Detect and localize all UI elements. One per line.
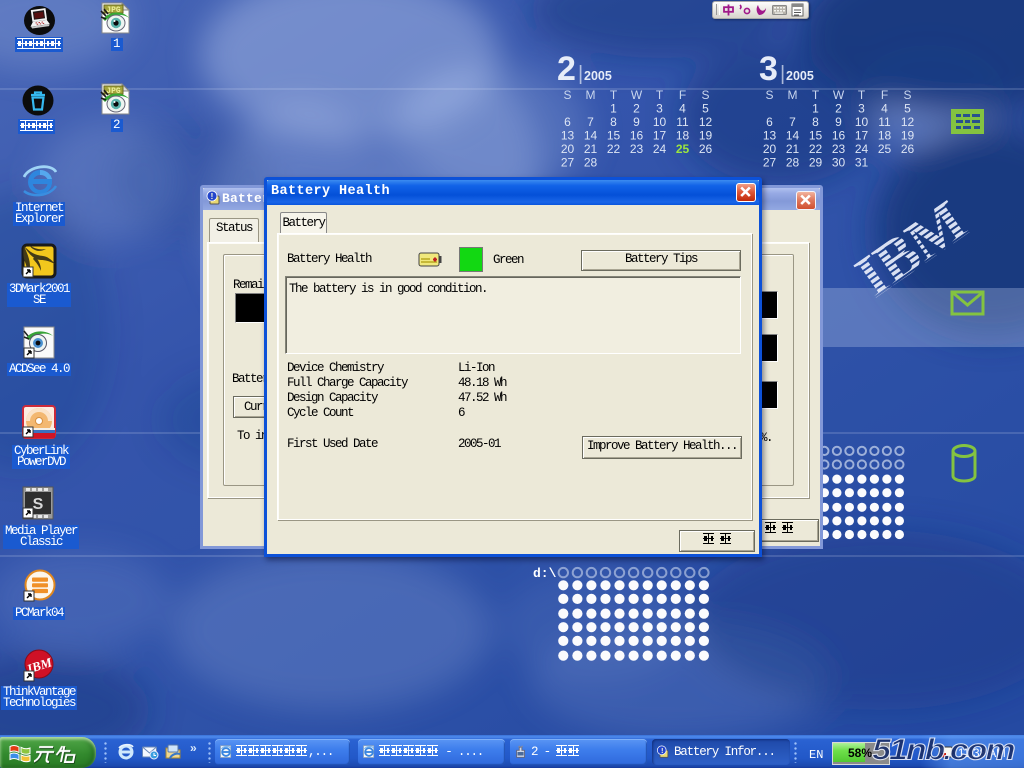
svg-text:F: F — [679, 88, 686, 102]
svg-text:14: 14 — [786, 129, 800, 143]
svg-text:28: 28 — [786, 156, 800, 170]
svg-text:12: 12 — [699, 115, 713, 129]
svg-text:24: 24 — [653, 142, 667, 156]
svg-text:19: 19 — [901, 129, 915, 143]
svg-text:17: 17 — [855, 129, 869, 143]
svg-text:3: 3 — [858, 102, 865, 116]
svg-text:M: M — [788, 88, 798, 102]
svg-text:18: 18 — [878, 129, 892, 143]
svg-text:7: 7 — [789, 115, 796, 129]
svg-text:F: F — [881, 88, 888, 102]
svg-text:!: ! — [211, 192, 214, 201]
svg-text:2: 2 — [835, 102, 842, 116]
svg-text:20: 20 — [763, 142, 777, 156]
svg-text:9: 9 — [835, 115, 842, 129]
svg-text:31: 31 — [855, 156, 869, 170]
svg-text:13: 13 — [561, 129, 575, 143]
svg-text:18: 18 — [676, 129, 690, 143]
svg-text:S: S — [903, 88, 911, 102]
svg-text:S: S — [765, 88, 773, 102]
svg-text:2: 2 — [557, 50, 576, 88]
svg-text:5: 5 — [702, 102, 709, 116]
svg-text:23: 23 — [630, 142, 644, 156]
svg-text:7: 7 — [587, 115, 594, 129]
svg-text:|: | — [780, 63, 785, 85]
svg-text:14: 14 — [584, 129, 598, 143]
svg-text:1: 1 — [812, 102, 819, 116]
svg-text:!: ! — [660, 747, 663, 755]
svg-text:25: 25 — [676, 142, 690, 156]
svg-text:16: 16 — [630, 129, 644, 143]
svg-text:2005: 2005 — [786, 69, 814, 83]
svg-text:9: 9 — [633, 115, 640, 129]
svg-text:15: 15 — [809, 129, 823, 143]
svg-text:11: 11 — [676, 115, 689, 129]
svg-text:3: 3 — [759, 50, 778, 88]
svg-text:6: 6 — [766, 115, 773, 129]
svg-text:15: 15 — [607, 129, 621, 143]
svg-text:W: W — [833, 88, 845, 102]
svg-text:16: 16 — [832, 129, 846, 143]
svg-text:8: 8 — [812, 115, 819, 129]
svg-text:21: 21 — [786, 142, 800, 156]
svg-text:T: T — [656, 88, 664, 102]
svg-text:26: 26 — [699, 142, 713, 156]
svg-text:11: 11 — [878, 115, 891, 129]
svg-text:S: S — [33, 496, 44, 513]
svg-text:4: 4 — [679, 102, 686, 116]
svg-text:17: 17 — [653, 129, 667, 143]
svg-text:2: 2 — [633, 102, 640, 116]
svg-text:13: 13 — [763, 129, 777, 143]
svg-text:12: 12 — [901, 115, 915, 129]
svg-text:W: W — [631, 88, 643, 102]
svg-text:22: 22 — [809, 142, 823, 156]
svg-text:T: T — [858, 88, 866, 102]
svg-text:20: 20 — [561, 142, 575, 156]
svg-text:10: 10 — [855, 115, 869, 129]
svg-text:d:\: d:\ — [533, 566, 557, 581]
svg-text:8: 8 — [610, 115, 617, 129]
svg-text:29: 29 — [809, 156, 823, 170]
svg-text:5: 5 — [904, 102, 911, 116]
svg-text:S: S — [563, 88, 571, 102]
svg-text:S: S — [701, 88, 709, 102]
svg-text:28: 28 — [584, 156, 598, 170]
svg-text:27: 27 — [763, 156, 777, 170]
svg-text:3: 3 — [656, 102, 663, 116]
svg-text:24: 24 — [855, 142, 869, 156]
svg-text:6: 6 — [564, 115, 571, 129]
svg-text:21: 21 — [584, 142, 598, 156]
svg-text:25: 25 — [878, 142, 892, 156]
svg-text:M: M — [586, 88, 596, 102]
svg-text:19: 19 — [699, 129, 713, 143]
svg-text:T: T — [610, 88, 618, 102]
svg-text:T: T — [812, 88, 820, 102]
svg-text:|: | — [578, 63, 583, 85]
svg-text:10: 10 — [653, 115, 667, 129]
svg-text:30: 30 — [832, 156, 846, 170]
svg-text:22: 22 — [607, 142, 621, 156]
svg-text:26: 26 — [901, 142, 915, 156]
svg-text:4: 4 — [881, 102, 888, 116]
svg-text:2005: 2005 — [584, 69, 612, 83]
svg-text:1: 1 — [610, 102, 617, 116]
svg-text:27: 27 — [561, 156, 575, 170]
svg-text:23: 23 — [832, 142, 846, 156]
